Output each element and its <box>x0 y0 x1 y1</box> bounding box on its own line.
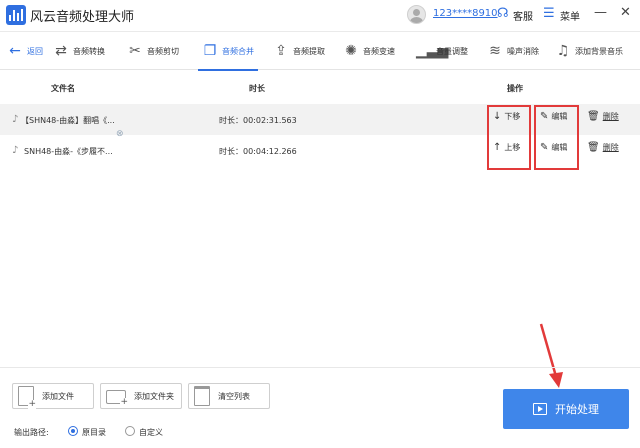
divider <box>0 367 640 368</box>
tab-label: 音频剪切 <box>147 46 179 56</box>
music-note-icon: ♪ <box>12 114 19 125</box>
tab-audio-cut[interactable]: ✂ 音频剪切 <box>127 32 179 70</box>
file-name: 【SHN48-由淼】翻唱《... <box>21 116 115 125</box>
trash-icon: 🗑 <box>587 142 600 153</box>
file-name: SNH48-由淼-《步履不... <box>24 147 113 156</box>
function-toolbar: ← 返回 ⇄ 音频转换 ✂ 音频剪切 ❐ 音频合并 ⇪ 音频提取 ✺ 音频变速 … <box>0 31 640 71</box>
tab-add-bgm[interactable]: ♫ 添加背景音乐 <box>555 32 623 70</box>
noise-icon: ≋ <box>489 43 501 59</box>
annotation-box-move <box>487 105 531 170</box>
merge-icon: ❐ <box>203 43 217 59</box>
customer-service-button[interactable]: 客服 <box>513 8 533 23</box>
radio-custom-dir[interactable] <box>125 426 135 436</box>
delete-label: 删除 <box>602 143 619 152</box>
add-folder-button[interactable]: 添加文件夹 <box>100 383 182 409</box>
headset-icon[interactable]: ☊ <box>497 7 509 21</box>
file-duration: 时长：00:02:31.563 <box>219 116 297 125</box>
app-logo-icon <box>6 5 26 25</box>
add-file-button[interactable]: 添加文件 <box>12 383 94 409</box>
annotation-box-edit <box>534 105 579 170</box>
title-bar: 风云音频处理大师 123****8910 ☊ 客服 ☰ 菜单 — ✕ <box>0 0 640 30</box>
back-button[interactable]: ← 返回 <box>7 32 43 70</box>
radio-original-dir[interactable] <box>68 426 78 436</box>
file-duration: 时长：00:04:12.266 <box>219 147 297 156</box>
start-label: 开始处理 <box>555 404 599 416</box>
tab-label: 音频合并 <box>222 46 254 56</box>
tab-audio-merge[interactable]: ❐ 音频合并 <box>198 32 258 71</box>
tab-audio-convert[interactable]: ⇄ 音频转换 <box>53 32 105 70</box>
play-icon <box>533 403 547 415</box>
user-id-link[interactable]: 123****8910 <box>433 8 498 19</box>
tab-label: 音频转换 <box>73 46 105 56</box>
output-path-label: 输出路径: <box>14 428 49 437</box>
clear-list-label: 清空列表 <box>218 391 250 401</box>
app-title: 风云音频处理大师 <box>30 10 135 25</box>
tab-audio-extract[interactable]: ⇪ 音频提取 <box>273 32 325 70</box>
music-note-icon: ♪ <box>12 145 19 156</box>
trash-icon <box>194 386 210 406</box>
arrow-left-icon: ← <box>9 43 21 59</box>
add-folder-label: 添加文件夹 <box>134 391 174 401</box>
minimize-button[interactable]: — <box>594 5 607 20</box>
delete-label: 删除 <box>602 112 619 121</box>
scissors-icon: ✂ <box>129 43 141 59</box>
clear-list-button[interactable]: 清空列表 <box>188 383 270 409</box>
tab-label: 音量调整 <box>436 46 468 56</box>
tab-label: 音频变速 <box>363 46 395 56</box>
table-header: 文件名 时长 操作 <box>0 72 640 102</box>
back-label: 返回 <box>27 46 43 56</box>
tab-audio-speed[interactable]: ✺ 音频变速 <box>343 32 395 70</box>
annotation-arrow <box>539 323 563 388</box>
drag-handle-icon[interactable]: ⊗ <box>116 129 124 139</box>
tab-label: 添加背景音乐 <box>575 46 623 56</box>
upload-icon: ⇪ <box>275 43 287 59</box>
radio-original-label: 原目录 <box>82 428 106 437</box>
delete-button[interactable]: 🗑 删除 <box>587 111 619 122</box>
music-note-icon: ♫ <box>556 43 570 59</box>
add-folder-icon <box>106 390 128 407</box>
speed-icon: ✺ <box>345 43 357 59</box>
add-file-icon <box>18 386 36 409</box>
add-file-label: 添加文件 <box>42 391 74 401</box>
tab-volume-adjust[interactable]: ▁▃▅ 音量调整 <box>416 32 468 70</box>
menu-icon[interactable]: ☰ <box>543 7 555 21</box>
menu-button[interactable]: 菜单 <box>560 8 580 23</box>
column-duration: 时长 <box>249 84 265 93</box>
volume-bars-icon: ▁▃▅ <box>416 43 449 59</box>
tab-label: 音频提取 <box>293 46 325 56</box>
column-filename: 文件名 <box>51 84 75 93</box>
start-processing-button[interactable]: 开始处理 <box>503 389 629 429</box>
avatar[interactable] <box>407 5 426 24</box>
trash-icon: 🗑 <box>587 111 600 122</box>
radio-custom-label: 自定义 <box>139 428 163 437</box>
convert-icon: ⇄ <box>55 43 67 59</box>
tab-noise-removal[interactable]: ≋ 噪声消除 <box>487 32 539 70</box>
close-button[interactable]: ✕ <box>620 5 631 20</box>
tab-label: 噪声消除 <box>507 46 539 56</box>
column-actions: 操作 <box>507 84 523 93</box>
delete-button[interactable]: 🗑 删除 <box>587 142 619 153</box>
